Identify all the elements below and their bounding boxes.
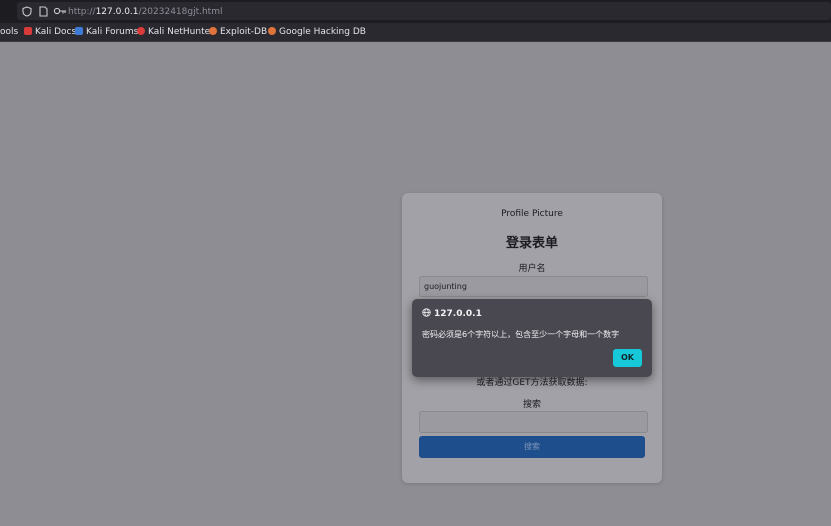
alert-dialog: 127.0.0.1 密码必须是6个字符以上，包含至少一个字母和一个数字 OK bbox=[412, 299, 652, 377]
google-hacking-db-icon bbox=[268, 27, 276, 35]
form-title: 登录表单 bbox=[505, 236, 558, 251]
bookmark-label: ools bbox=[0, 27, 19, 37]
bookmark-google-hacking-db[interactable]: Google Hacking DB bbox=[268, 27, 366, 38]
bookmark-kali-forums[interactable]: Kali Forums bbox=[75, 27, 138, 38]
globe-icon bbox=[422, 308, 431, 319]
username-input[interactable]: guojunting bbox=[419, 276, 648, 297]
bookmark-kali-nethunter[interactable]: Kali NetHunter bbox=[137, 27, 214, 38]
url-scheme: http:// bbox=[68, 7, 96, 17]
dialog-origin-text: 127.0.0.1 bbox=[434, 309, 482, 319]
bookmark-label: Kali Forums bbox=[86, 27, 139, 37]
ok-button[interactable]: OK bbox=[613, 349, 642, 367]
url-path: /20232418gjt.html bbox=[138, 7, 223, 17]
shield-icon[interactable] bbox=[21, 6, 33, 18]
key-icon[interactable] bbox=[53, 6, 67, 18]
search-button[interactable]: 搜索 bbox=[419, 436, 645, 458]
search-input[interactable] bbox=[419, 411, 648, 433]
page-icon[interactable] bbox=[37, 6, 49, 18]
exploit-db-icon bbox=[209, 27, 217, 35]
url-text[interactable]: http://127.0.0.1/20232418gjt.html bbox=[68, 6, 222, 18]
profile-picture-text: Profile Picture bbox=[501, 209, 563, 219]
dialog-origin: 127.0.0.1 bbox=[422, 308, 482, 319]
browser-toolbar: http://127.0.0.1/20232418gjt.html bbox=[0, 0, 831, 23]
bookmark-exploit-db[interactable]: Exploit-DB bbox=[209, 27, 267, 38]
kali-docs-icon bbox=[24, 27, 32, 35]
bookmark-tools[interactable]: ools bbox=[0, 27, 18, 38]
kali-forums-icon bbox=[75, 27, 83, 35]
address-bar[interactable]: http://127.0.0.1/20232418gjt.html bbox=[17, 2, 831, 20]
username-value: guojunting bbox=[424, 282, 467, 291]
bookmark-label: Google Hacking DB bbox=[279, 27, 366, 37]
bookmark-kali-docs[interactable]: Kali Docs bbox=[24, 27, 76, 38]
url-host: 127.0.0.1 bbox=[95, 7, 139, 17]
bookmark-label: Kali Docs bbox=[35, 27, 77, 37]
bookmark-label: Exploit-DB bbox=[220, 27, 268, 37]
dialog-message: 密码必须是6个字符以上，包含至少一个字母和一个数字 bbox=[422, 330, 620, 339]
kali-nethunter-icon bbox=[137, 27, 145, 35]
bookmark-label: Kali NetHunter bbox=[148, 27, 214, 37]
bookmarks-bar: ools Kali Docs Kali Forums Kali NetHunte… bbox=[0, 23, 831, 42]
search-label: 搜索 bbox=[522, 400, 541, 410]
username-label: 用户名 bbox=[518, 264, 546, 274]
